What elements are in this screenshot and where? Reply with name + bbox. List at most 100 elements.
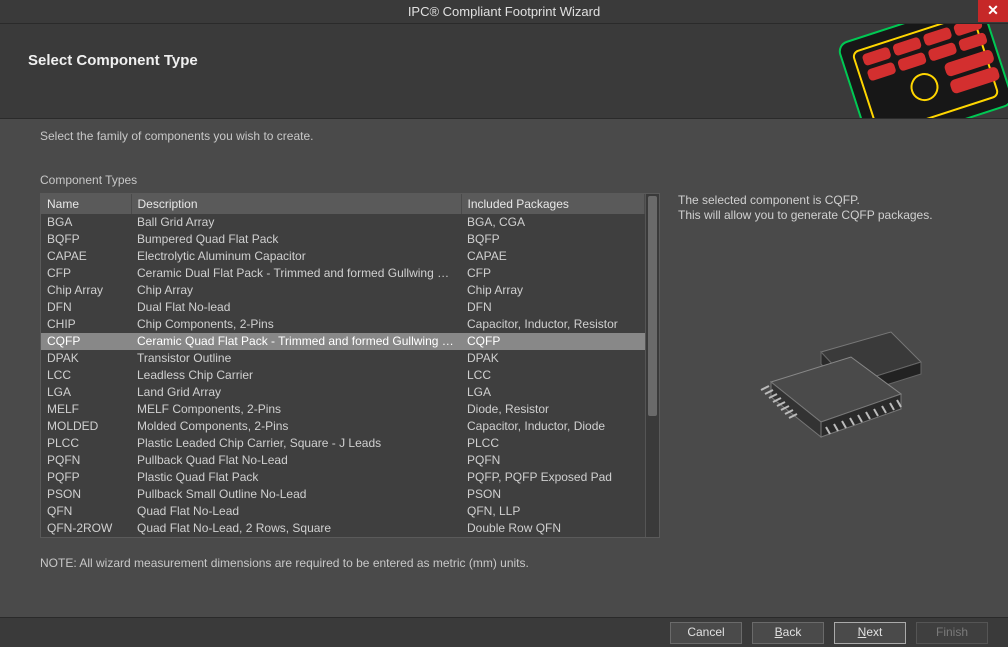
table-row[interactable]: DPAKTransistor OutlineDPAK bbox=[41, 350, 645, 367]
table-cell: Diode, Resistor bbox=[461, 401, 645, 418]
table-cell: BGA, CGA bbox=[461, 214, 645, 231]
table-cell: CFP bbox=[461, 265, 645, 282]
selection-summary-line1: The selected component is CQFP. bbox=[678, 193, 984, 207]
next-button[interactable]: Next bbox=[834, 622, 906, 644]
table-row[interactable]: CQFPCeramic Quad Flat Pack - Trimmed and… bbox=[41, 333, 645, 350]
wizard-header: Select Component Type bbox=[0, 24, 1008, 119]
table-cell: Leadless Chip Carrier bbox=[131, 367, 461, 384]
component-types-table[interactable]: Name Description Included Packages BGABa… bbox=[40, 193, 660, 538]
table-row[interactable]: MOLDEDMolded Components, 2-PinsCapacitor… bbox=[41, 418, 645, 435]
back-button[interactable]: Back bbox=[752, 622, 824, 644]
table-row[interactable]: LGALand Grid ArrayLGA bbox=[41, 384, 645, 401]
table-row[interactable]: CAPAEElectrolytic Aluminum CapacitorCAPA… bbox=[41, 248, 645, 265]
table-row[interactable]: QFN-2ROWQuad Flat No-Lead, 2 Rows, Squar… bbox=[41, 520, 645, 537]
table-row[interactable]: PQFPPlastic Quad Flat PackPQFP, PQFP Exp… bbox=[41, 469, 645, 486]
table-cell: Pullback Quad Flat No-Lead bbox=[131, 452, 461, 469]
table-cell: Ceramic Dual Flat Pack - Trimmed and for… bbox=[131, 265, 461, 282]
table-cell: CAPAE bbox=[461, 248, 645, 265]
table-cell: LCC bbox=[41, 367, 131, 384]
scrollbar-thumb[interactable] bbox=[648, 196, 657, 416]
table-cell: MOLDED bbox=[41, 418, 131, 435]
component-preview-image bbox=[678, 322, 984, 462]
table-cell: Capacitor, Inductor, Resistor bbox=[461, 316, 645, 333]
table-cell: Land Grid Array bbox=[131, 384, 461, 401]
titlebar: IPC® Compliant Footprint Wizard ✕ bbox=[0, 0, 1008, 24]
table-row[interactable]: QFNQuad Flat No-LeadQFN, LLP bbox=[41, 503, 645, 520]
close-icon: ✕ bbox=[987, 2, 999, 18]
table-cell: Plastic Quad Flat Pack bbox=[131, 469, 461, 486]
table-cell: Electrolytic Aluminum Capacitor bbox=[131, 248, 461, 265]
table-row[interactable]: PLCCPlastic Leaded Chip Carrier, Square … bbox=[41, 435, 645, 452]
table-cell: DFN bbox=[41, 299, 131, 316]
table-cell: Pullback Small Outline No-Lead bbox=[131, 486, 461, 503]
selection-info-panel: The selected component is CQFP. This wil… bbox=[678, 193, 984, 538]
table-row[interactable]: Chip ArrayChip ArrayChip Array bbox=[41, 282, 645, 299]
table-row[interactable]: BGABall Grid ArrayBGA, CGA bbox=[41, 214, 645, 231]
selection-summary-line2: This will allow you to generate CQFP pac… bbox=[678, 208, 984, 222]
table-header-row[interactable]: Name Description Included Packages bbox=[41, 194, 645, 214]
table-cell: Chip Array bbox=[41, 282, 131, 299]
column-header-description[interactable]: Description bbox=[131, 194, 461, 214]
close-button[interactable]: ✕ bbox=[978, 0, 1008, 22]
table-cell: Quad Flat No-Lead bbox=[131, 503, 461, 520]
table-cell: Ceramic Quad Flat Pack - Trimmed and for… bbox=[131, 333, 461, 350]
table-cell: QFN bbox=[41, 503, 131, 520]
table-cell: DPAK bbox=[461, 350, 645, 367]
content-area: Select the family of components you wish… bbox=[0, 119, 1008, 614]
table-cell: LGA bbox=[461, 384, 645, 401]
table-cell: DFN bbox=[461, 299, 645, 316]
table-cell: Molded Components, 2-Pins bbox=[131, 418, 461, 435]
table-cell: Double Row QFN bbox=[461, 520, 645, 537]
table-cell: BGA bbox=[41, 214, 131, 231]
table-cell: PSON bbox=[461, 486, 645, 503]
column-header-name[interactable]: Name bbox=[41, 194, 131, 214]
table-row[interactable]: CHIPChip Components, 2-PinsCapacitor, In… bbox=[41, 316, 645, 333]
table-cell: LCC bbox=[461, 367, 645, 384]
vertical-scrollbar[interactable] bbox=[645, 194, 659, 537]
table-cell: PLCC bbox=[41, 435, 131, 452]
instruction-text: Select the family of components you wish… bbox=[40, 129, 984, 143]
table-cell: Bumpered Quad Flat Pack bbox=[131, 231, 461, 248]
table-cell: Chip Components, 2-Pins bbox=[131, 316, 461, 333]
table-cell: PQFN bbox=[461, 452, 645, 469]
table-cell: Capacitor, Inductor, Diode bbox=[461, 418, 645, 435]
section-label: Component Types bbox=[40, 173, 984, 187]
table-row[interactable]: DFNDual Flat No-leadDFN bbox=[41, 299, 645, 316]
table-cell: Plastic Leaded Chip Carrier, Square - J … bbox=[131, 435, 461, 452]
wizard-footer: Cancel Back Next Finish bbox=[0, 617, 1008, 647]
table-row[interactable]: MELFMELF Components, 2-PinsDiode, Resist… bbox=[41, 401, 645, 418]
table-cell: Chip Array bbox=[131, 282, 461, 299]
table-cell: CFP bbox=[41, 265, 131, 282]
table-cell: Dual Flat No-lead bbox=[131, 299, 461, 316]
table-cell: MELF bbox=[41, 401, 131, 418]
table-cell: CAPAE bbox=[41, 248, 131, 265]
finish-button: Finish bbox=[916, 622, 988, 644]
table-row[interactable]: BQFPBumpered Quad Flat PackBQFP bbox=[41, 231, 645, 248]
page-title: Select Component Type bbox=[28, 52, 198, 69]
table-cell: Ball Grid Array bbox=[131, 214, 461, 231]
table-row[interactable]: PSONPullback Small Outline No-LeadPSON bbox=[41, 486, 645, 503]
table-cell: Chip Array bbox=[461, 282, 645, 299]
table-cell: PQFN bbox=[41, 452, 131, 469]
note-text: NOTE: All wizard measurement dimensions … bbox=[40, 556, 984, 570]
table-cell: LGA bbox=[41, 384, 131, 401]
table-cell: MELF Components, 2-Pins bbox=[131, 401, 461, 418]
table-cell: BQFP bbox=[41, 231, 131, 248]
table-cell: QFN, LLP bbox=[461, 503, 645, 520]
cancel-button[interactable]: Cancel bbox=[670, 622, 742, 644]
table-cell: Transistor Outline bbox=[131, 350, 461, 367]
table-cell: Quad Flat No-Lead, 2 Rows, Square bbox=[131, 520, 461, 537]
table-row[interactable]: CFPCeramic Dual Flat Pack - Trimmed and … bbox=[41, 265, 645, 282]
table-row[interactable]: LCCLeadless Chip CarrierLCC bbox=[41, 367, 645, 384]
table-cell: CQFP bbox=[41, 333, 131, 350]
table-cell: CHIP bbox=[41, 316, 131, 333]
header-illustration bbox=[778, 24, 1008, 119]
table-cell: QFN-2ROW bbox=[41, 520, 131, 537]
table-cell: PQFP bbox=[41, 469, 131, 486]
table-row[interactable]: PQFNPullback Quad Flat No-LeadPQFN bbox=[41, 452, 645, 469]
table-cell: PSON bbox=[41, 486, 131, 503]
table-cell: PQFP, PQFP Exposed Pad bbox=[461, 469, 645, 486]
table-cell: DPAK bbox=[41, 350, 131, 367]
column-header-packages[interactable]: Included Packages bbox=[461, 194, 645, 214]
table-cell: PLCC bbox=[461, 435, 645, 452]
